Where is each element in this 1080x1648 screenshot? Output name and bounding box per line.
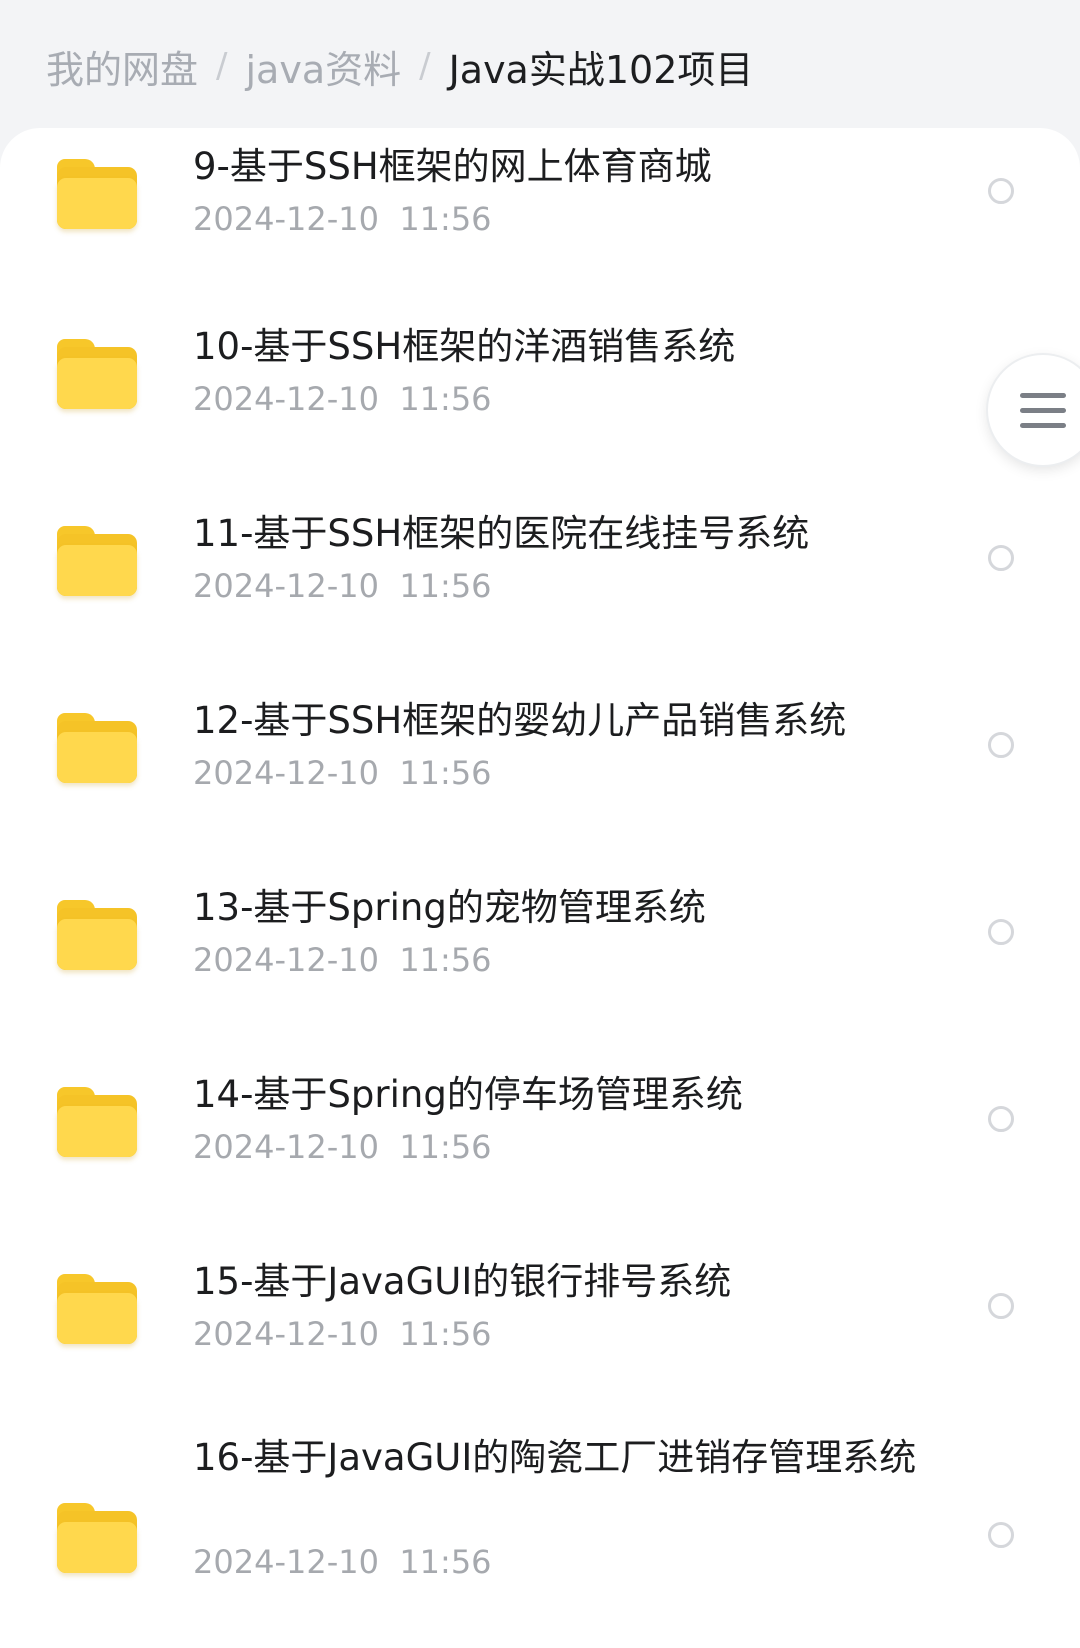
- file-time: 2024-12-10 11:56: [193, 941, 492, 979]
- list-item[interactable]: 12-基于SSH框架的婴幼儿产品销售系统 2024-12-10 11:56: [0, 682, 1080, 862]
- file-list: 9-基于SSH框架的网上体育商城 2024-12-10 11:56 10-基于S…: [0, 128, 1080, 1648]
- breadcrumb: 我的网盘 / java资料 / Java实战102项目: [46, 38, 753, 94]
- radio-circle-icon[interactable]: [988, 732, 1014, 758]
- breadcrumb-root[interactable]: 我的网盘: [46, 39, 198, 94]
- radio-circle-icon[interactable]: [988, 545, 1014, 571]
- folder-icon: [57, 713, 137, 783]
- breadcrumb-current: Java实战102项目: [448, 47, 754, 92]
- file-name: 10-基于SSH框架的洋酒销售系统: [193, 325, 736, 368]
- file-name: 14-基于Spring的停车场管理系统: [193, 1073, 743, 1116]
- file-name: 16-基于JavaGUI的陶瓷工厂进销存管理系统: [193, 1436, 917, 1479]
- list-item[interactable]: 10-基于SSH框架的洋酒销售系统 2024-12-10 11:56: [0, 308, 1080, 488]
- breadcrumb-separator: /: [419, 46, 431, 86]
- radio-circle-icon[interactable]: [988, 1293, 1014, 1319]
- breadcrumb-separator: /: [216, 46, 228, 86]
- breadcrumb-folder[interactable]: java资料: [245, 39, 401, 94]
- folder-icon: [57, 900, 137, 970]
- file-time: 2024-12-10 11:56: [193, 567, 492, 605]
- file-name: 13-基于Spring的宠物管理系统: [193, 886, 706, 929]
- folder-icon: [57, 159, 137, 229]
- file-time: 2024-12-10 11:56: [193, 380, 492, 418]
- file-time: 2024-12-10 11:56: [193, 1543, 492, 1581]
- folder-icon: [57, 1274, 137, 1344]
- folder-icon: [57, 1503, 137, 1573]
- file-name: 9-基于SSH框架的网上体育商城: [193, 145, 712, 188]
- list-item[interactable]: 15-基于JavaGUI的银行排号系统 2024-12-10 11:56: [0, 1243, 1080, 1423]
- folder-icon: [57, 1087, 137, 1157]
- file-time: 2024-12-10 11:56: [193, 754, 492, 792]
- radio-circle-icon[interactable]: [988, 1522, 1014, 1548]
- file-name: 11-基于SSH框架的医院在线挂号系统: [193, 512, 810, 555]
- list-item[interactable]: 16-基于JavaGUI的陶瓷工厂进销存管理系统 2024-12-10 11:5…: [0, 1430, 1080, 1640]
- file-name: 15-基于JavaGUI的银行排号系统: [193, 1260, 732, 1303]
- file-name: 12-基于SSH框架的婴幼儿产品销售系统: [193, 699, 847, 742]
- list-item[interactable]: 11-基于SSH框架的医院在线挂号系统 2024-12-10 11:56: [0, 495, 1080, 675]
- list-item[interactable]: 14-基于Spring的停车场管理系统 2024-12-10 11:56: [0, 1056, 1080, 1236]
- list-item[interactable]: 9-基于SSH框架的网上体育商城 2024-12-10 11:56: [0, 128, 1080, 308]
- radio-circle-icon[interactable]: [988, 178, 1014, 204]
- folder-icon: [57, 526, 137, 596]
- list-item[interactable]: 13-基于Spring的宠物管理系统 2024-12-10 11:56: [0, 869, 1080, 1049]
- file-time: 2024-12-10 11:56: [193, 200, 492, 238]
- radio-circle-icon[interactable]: [988, 919, 1014, 945]
- radio-circle-icon[interactable]: [988, 1106, 1014, 1132]
- file-time: 2024-12-10 11:56: [193, 1128, 492, 1166]
- folder-icon: [57, 339, 137, 409]
- file-time: 2024-12-10 11:56: [193, 1315, 492, 1353]
